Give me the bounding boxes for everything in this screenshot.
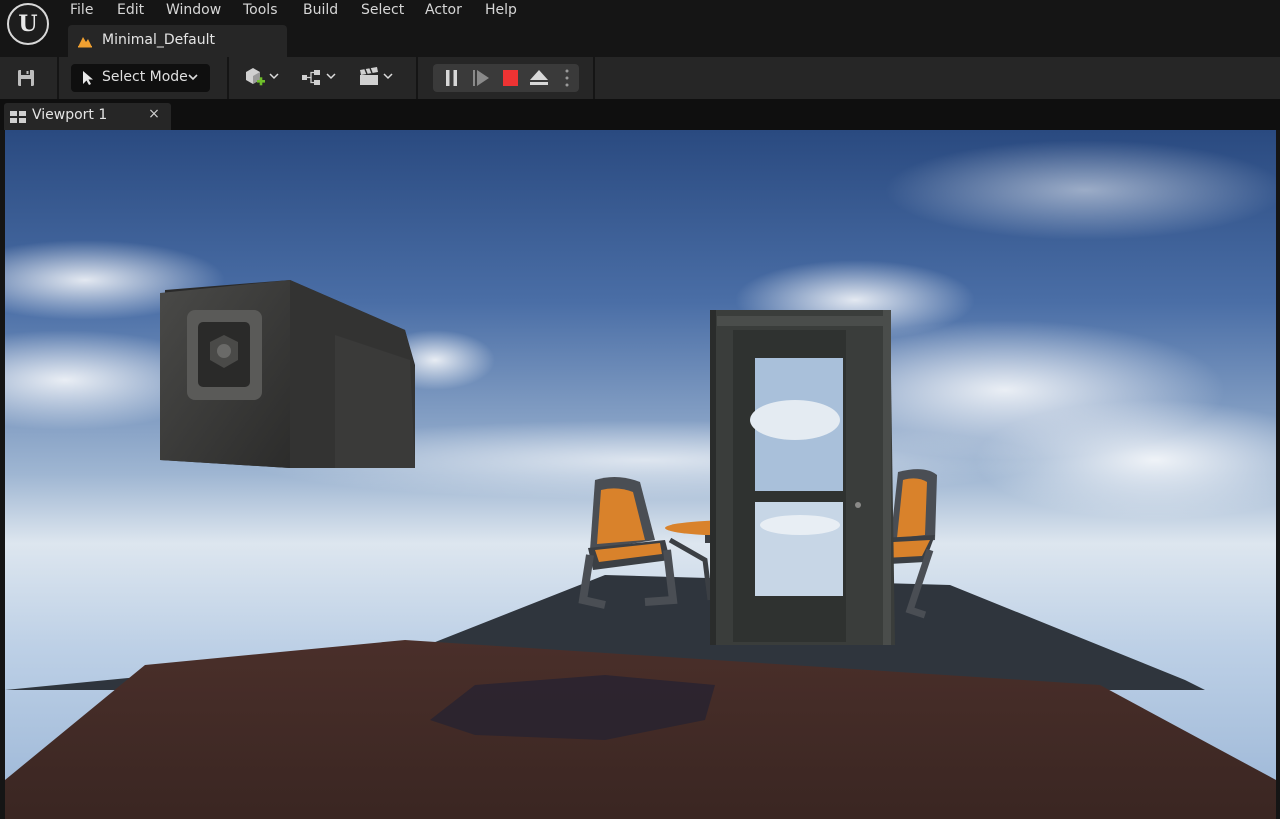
level-viewport[interactable]: [5, 130, 1276, 819]
door-mesh[interactable]: [710, 310, 895, 645]
chevron-down-icon: [188, 74, 198, 81]
menu-actor[interactable]: Actor: [425, 0, 462, 20]
toolbar-separator: [57, 57, 59, 99]
save-icon[interactable]: [15, 67, 37, 89]
close-icon[interactable]: ×: [147, 106, 161, 122]
level-icon: [78, 37, 92, 48]
menu-tools[interactable]: Tools: [243, 0, 278, 20]
pause-icon[interactable]: [441, 64, 463, 92]
toolbar-separator: [227, 57, 229, 99]
skip-frame-icon[interactable]: [470, 64, 492, 92]
main-toolbar: Select Mode: [0, 57, 1280, 99]
play-controls: [433, 64, 579, 92]
viewport-tab-bar: Viewport 1 ×: [0, 99, 1280, 130]
more-vertical-icon[interactable]: [559, 64, 575, 92]
add-actor-icon[interactable]: [243, 65, 283, 91]
document-tab-label: Minimal_Default: [102, 32, 215, 48]
menu-file[interactable]: File: [70, 0, 93, 20]
toolbar-separator: [416, 57, 418, 99]
document-tab-level[interactable]: Minimal_Default: [68, 25, 287, 57]
menu-help[interactable]: Help: [485, 0, 517, 20]
tab-viewport-1[interactable]: Viewport 1 ×: [4, 103, 171, 130]
viewport-layout-icon: [10, 111, 26, 123]
menu-bar: U File Edit Window Tools Build Select Ac…: [0, 0, 1280, 57]
select-mode-dropdown[interactable]: Select Mode: [71, 64, 210, 92]
menu-build[interactable]: Build: [303, 0, 338, 20]
menu-window[interactable]: Window: [166, 0, 221, 20]
select-mode-label: Select Mode: [102, 69, 188, 85]
viewport-tab-label: Viewport 1: [32, 107, 108, 123]
eject-icon[interactable]: [527, 64, 551, 92]
unreal-engine-logo-icon[interactable]: U: [7, 3, 49, 45]
blueprint-icon[interactable]: [300, 65, 340, 91]
cursor-icon: [83, 71, 93, 85]
menu-select[interactable]: Select: [361, 0, 404, 20]
toolbar-separator: [593, 57, 595, 99]
viewport-scene[interactable]: [5, 130, 1276, 819]
menu-edit[interactable]: Edit: [117, 0, 144, 20]
stop-icon[interactable]: [499, 64, 521, 92]
clapperboard-icon[interactable]: [357, 65, 397, 91]
